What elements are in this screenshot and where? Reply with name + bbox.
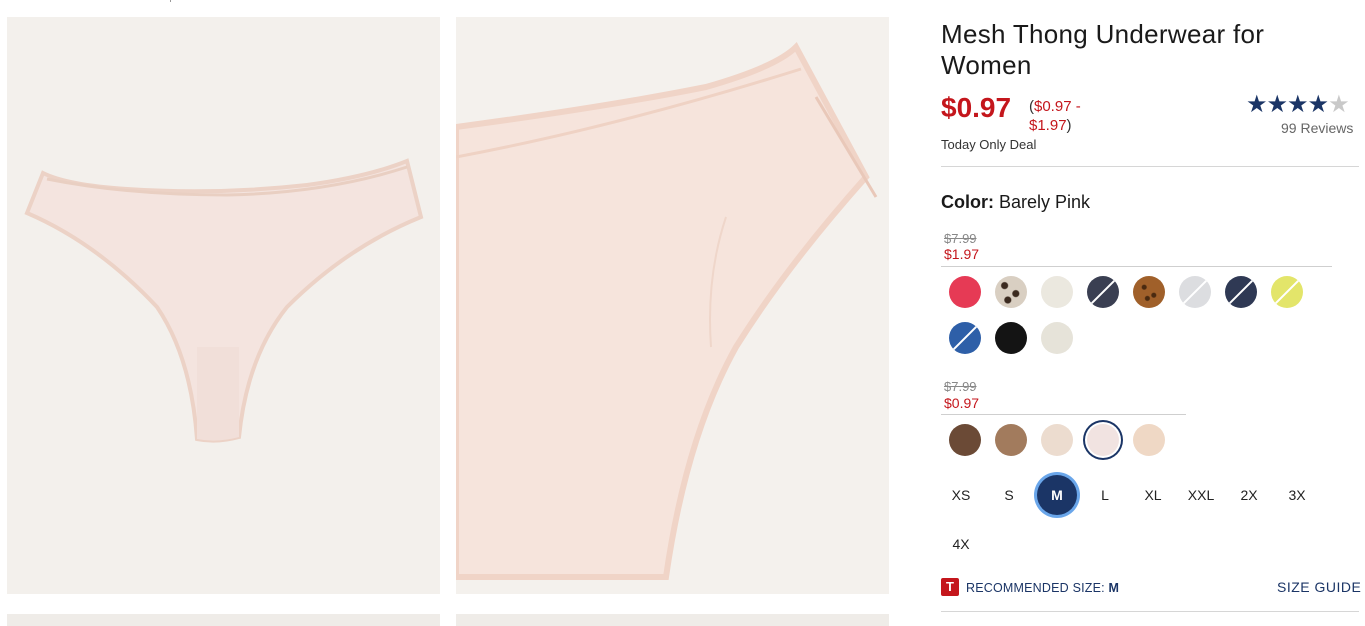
recommended-size-label: RECOMMENDED SIZE: [966,581,1105,595]
unavailable-slash [1089,278,1117,306]
product-image-front[interactable] [7,17,440,594]
price-range-high: $1.97 [1029,117,1067,134]
swatch-ivory[interactable] [1041,322,1073,354]
swatch-cocoa[interactable] [949,424,981,456]
swatch-cheetah-brown[interactable] [1133,276,1165,308]
star-icon: ★ [1287,91,1308,118]
swatch-nude-light[interactable] [1041,424,1073,456]
top-edge-artifact [170,0,174,2]
true-fit-icon: T [941,578,959,596]
price-range: ($0.97 - $1.97) [1029,97,1109,135]
product-title: Mesh Thong Underwear for Women [941,19,1265,80]
size-option-s[interactable]: S [989,475,1029,515]
size-option-3x[interactable]: 3X [1277,475,1317,515]
unavailable-slash [1227,278,1255,306]
rating-stars[interactable]: ★★★★★ [1246,91,1350,118]
reviews-link[interactable]: 99 Reviews [1281,120,1353,136]
product-image-detail[interactable] [456,17,889,594]
size-option-l[interactable]: L [1085,475,1125,515]
was-price: $7.99 [944,379,977,394]
divider [941,166,1359,167]
was-price: $7.99 [944,231,977,246]
star-icon: ★ [1246,91,1267,118]
size-option-xl[interactable]: XL [1133,475,1173,515]
swatch-light-gray[interactable] [1179,276,1211,308]
size-option-2x[interactable]: 2X [1229,475,1269,515]
product-image-model-2[interactable] [456,614,889,626]
product-image-model-1[interactable] [7,614,440,626]
unavailable-slash [951,324,979,352]
swatch-caramel[interactable] [995,424,1027,456]
color-selection: Color: Barely Pink [941,192,1090,213]
swatch-peach[interactable] [1133,424,1165,456]
group-divider [941,414,1186,415]
swatch-navy-dots[interactable] [1087,276,1119,308]
unavailable-slash [1181,278,1209,306]
size-option-m[interactable]: M [1037,475,1077,515]
recommended-size[interactable]: RECOMMENDED SIZE: M [966,581,1119,595]
star-icon: ★ [1307,91,1329,118]
sale-price: $1.97 [944,246,980,262]
swatch-cream[interactable] [1041,276,1073,308]
deal-label: Today Only Deal [941,137,1037,152]
group-divider [941,266,1332,267]
star-icon: ★ [1266,91,1288,118]
thong-front-illustration [24,158,424,443]
recommended-size-value: M [1108,581,1120,595]
color-value: Barely Pink [999,192,1091,212]
swatch-hot-pink[interactable] [949,276,981,308]
price-range-low: $0.97 - [1034,98,1081,115]
mesh-detail-illustration [456,42,878,580]
sale-price: $0.97 [944,395,980,411]
size-option-xs[interactable]: XS [941,475,981,515]
star-half-icon: ★ [1328,91,1349,118]
size-option-4x[interactable]: 4X [941,524,981,564]
price-range-close: ) [1066,117,1072,134]
swatch-leopard-print[interactable] [995,276,1027,308]
swatch-barely-pink[interactable] [1087,424,1119,456]
swatch-yellow[interactable] [1271,276,1303,308]
unavailable-slash [1273,278,1301,306]
size-guide-link[interactable]: SIZE GUIDE [1277,579,1361,595]
swatch-navy[interactable] [1225,276,1257,308]
size-option-xxl[interactable]: XXL [1181,475,1221,515]
swatch-black[interactable] [995,322,1027,354]
swatch-blue[interactable] [949,322,981,354]
color-label: Color: [941,192,994,212]
divider [941,611,1359,612]
current-price: $0.97 [941,92,1012,123]
